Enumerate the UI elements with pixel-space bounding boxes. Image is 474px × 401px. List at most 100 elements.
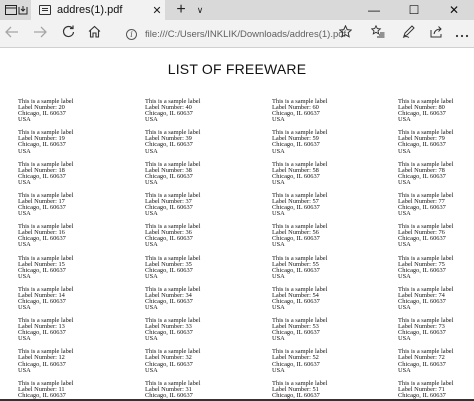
label-country: USA [398,178,411,186]
label-country: USA [145,272,158,280]
address-label: This is a sample label Label Number: 33 Ch… [145,317,200,343]
address-label: This is a sample label Label Number: 14 Ch… [18,286,73,312]
new-tab-button[interactable]: + [172,0,190,20]
label-country: USA [398,304,411,312]
label-country: USA [18,116,31,124]
address-label: This is a sample label Label Number: 54 Ch… [272,286,327,312]
address-label: This is a sample label Label Number: 76 Ch… [398,223,453,249]
address-label: This is a sample label Label Number: 58 Ch… [272,161,327,186]
navigation-bar: i file:///C:/Users/INKLIK/Downloads/addr… [0,20,474,48]
pen-icon[interactable] [398,24,418,44]
label-country: USA [145,178,158,186]
label-country: USA [18,335,31,343]
address-label: This is a sample label Label Number: 52 Ch… [272,349,327,374]
address-label: This is a sample label Label Number: 55 Ch… [272,255,327,280]
address-label: This is a sample label Label Number: 53 Ch… [272,317,327,343]
favorites-list-icon[interactable] [368,24,388,44]
star-icon[interactable] [335,24,355,44]
label-country: USA [18,147,31,155]
address-label: This is a sample label Label Number: 37 Ch… [145,192,200,218]
address-label: This is a sample label Label Number: 32 Ch… [145,349,200,374]
more-icon[interactable] [452,24,472,44]
address-label: This is a sample label Label Number: 73 Ch… [398,317,453,343]
label-country: USA [272,335,285,343]
label-country: USA [145,304,158,312]
forward-icon[interactable] [30,24,50,44]
label-country: USA [145,147,158,155]
close-tab-icon[interactable]: ✕ [149,4,165,17]
document-title: LIST OF FREEWARE [167,61,307,77]
refresh-icon[interactable] [58,24,78,44]
label-country: USA [272,241,285,249]
label-country: USA [145,116,158,124]
url-text[interactable]: file:///C:/Users/INKLIK/Downloads/addres… [145,29,346,40]
address-label: This is a sample label Label Number: 72 Ch… [398,349,453,374]
address-label: This is a sample label Label Number: 16 Ch… [18,223,73,249]
address-label: This is a sample label Label Number: 79 Ch… [398,130,453,155]
tab-set-aside-icon[interactable] [16,0,30,20]
label-country: USA [145,366,158,374]
label-country: USA [398,335,411,343]
address-label: This is a sample label Label Number: 11 Ch… [18,380,73,401]
share-icon[interactable] [426,24,446,44]
label-country: USA [18,272,31,280]
label-country: USA [272,147,285,155]
label-country: USA [398,116,411,124]
address-label: This is a sample label Label Number: 57 Ch… [272,192,327,218]
label-country: USA [272,210,285,218]
address-bar[interactable]: i file:///C:/Users/INKLIK/Downloads/addr… [120,24,360,44]
label-country: USA [272,116,285,124]
address-label: This is a sample label Label Number: 34 Ch… [145,286,200,312]
address-label: This is a sample label Label Number: 56 Ch… [272,223,327,249]
address-label: This is a sample label Label Number: 12 Ch… [18,349,73,374]
label-country: USA [398,366,411,374]
address-label: This is a sample label Label Number: 77 Ch… [398,192,453,217]
label-country: USA [398,241,411,249]
address-label: This is a sample label Label Number: 18 Ch… [18,161,73,186]
back-icon[interactable] [2,24,22,44]
address-label: This is a sample label Label Number: 51 Ch… [272,380,327,401]
address-label: This is a sample label Label Number: 40 Ch… [145,98,200,124]
address-label: This is a sample label Label Number: 74 Ch… [398,286,453,312]
address-label: This is a sample label Label Number: 60 Ch… [272,98,327,124]
label-country: USA [272,272,285,280]
address-label: This is a sample label Label Number: 59 Ch… [272,130,327,155]
label-country: USA [272,366,285,374]
label-country: USA [398,147,411,155]
label-country: USA [18,241,31,249]
address-label: This is a sample label Label Number: 15 Ch… [18,255,73,280]
address-label: This is a sample label Label Number: 71 Ch… [398,380,453,401]
label-country: USA [145,210,158,218]
address-label: This is a sample label Label Number: 20 Ch… [18,98,73,124]
active-tab[interactable]: addres(1).pdf ✕ [31,0,165,20]
label-country: USA [272,178,285,186]
address-label: This is a sample label Label Number: 75 Ch… [398,255,453,280]
home-icon[interactable] [84,24,104,44]
pdf-viewer[interactable]: LIST OF FREEWARE This is a sample label L… [0,49,474,401]
address-label: This is a sample label Label Number: 19 Ch… [18,130,73,155]
address-label: This is a sample label Label Number: 17 Ch… [18,192,73,218]
address-label: This is a sample label Label Number: 31 Ch… [145,380,200,401]
close-window-button[interactable]: ✕ [434,0,474,20]
address-label: This is a sample label Label Number: 80 Ch… [398,98,453,124]
address-label: This is a sample label Label Number: 38 Ch… [145,161,200,186]
label-country: USA [18,178,31,186]
tab-menu-chevron-icon[interactable]: ∨ [193,0,207,20]
label-country: USA [145,335,158,343]
address-label: This is a sample label Label Number: 78 Ch… [398,161,453,186]
maximize-button[interactable]: ☐ [394,0,434,20]
address-label: This is a sample label Label Number: 13 Ch… [18,317,73,343]
info-icon[interactable]: i [126,28,137,40]
label-country: USA [18,210,31,218]
tab-strip: addres(1).pdf ✕ + ∨ — ☐ ✕ [0,0,474,20]
tab-title: addres(1).pdf [57,4,123,16]
label-country: USA [18,366,31,374]
pdf-icon [39,5,51,15]
label-country: USA [398,272,411,280]
label-country: USA [272,304,285,312]
label-country: USA [18,304,31,312]
label-country: USA [145,241,158,249]
minimize-button[interactable]: — [354,0,394,20]
address-label: This is a sample label Label Number: 39 Ch… [145,130,200,155]
address-label: This is a sample label Label Number: 35 Ch… [145,255,200,280]
